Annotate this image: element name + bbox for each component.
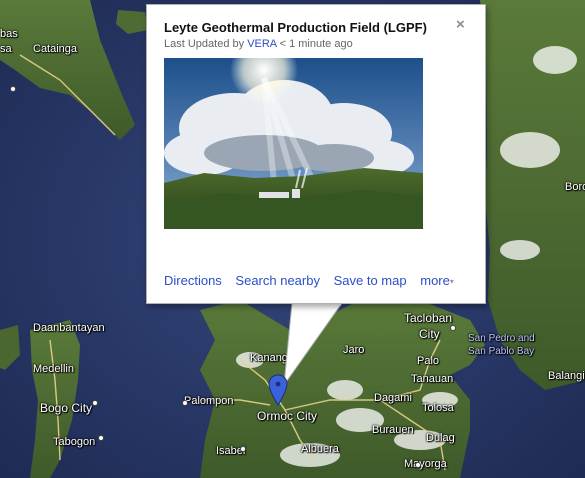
chevron-down-icon: ▾ [449,277,454,287]
map-label-tacloban: Tacloban [404,311,453,325]
map-label-boro: Boro [565,181,585,193]
map-label-mayorga: Mayorga [404,458,447,470]
updated-suffix: < 1 minute ago [279,38,353,50]
map-pin-icon[interactable] [268,374,288,406]
infowindow: Leyte Geothermal Production Field (LGPF)… [146,4,486,304]
close-icon[interactable]: × [456,17,465,33]
map-label-balangiga: Balangig [548,370,585,382]
town-dot [240,446,246,452]
map-canvas[interactable]: bas Catainga sa Daanbantayan Medellin Bo… [0,0,585,478]
town-dot [415,462,421,468]
map-label-tanauan: Tanauan [411,373,454,385]
map-label-kananga: Kananga [250,352,295,364]
map-label-san-pedro: San Pedro and [468,333,535,344]
map-label-jaro: Jaro [343,344,365,356]
town-dot [10,86,16,92]
map-label-sa: sa [0,43,12,55]
map-label-ormoc-city: Ormoc City [257,409,317,423]
place-photo[interactable] [164,58,423,229]
map-label-palo: Palo [417,355,440,367]
infowindow-title: Leyte Geothermal Production Field (LGPF) [164,20,427,35]
map-label-catainga: Catainga [33,43,78,55]
town-dot [182,400,188,406]
search-nearby-link[interactable]: Search nearby [235,273,320,288]
map-label-dulag: Dulag [426,432,455,444]
infowindow-updated: Last Updated by VERA < 1 minute ago [164,38,353,50]
directions-link[interactable]: Directions [164,273,222,288]
infowindow-links: Directions Search nearby Save to map mor… [164,273,464,288]
updated-prefix: Last Updated by [164,38,245,50]
town-dot [98,435,104,441]
more-label: more [420,273,450,288]
map-label-medellin: Medellin [33,363,74,375]
save-to-map-link[interactable]: Save to map [334,273,407,288]
map-label-tabogon: Tabogon [53,436,96,448]
map-label-daanbantayan: Daanbantayan [33,322,105,334]
more-link[interactable]: more▾ [420,273,454,288]
map-label-albuera: Albuera [301,443,339,455]
updated-user-link[interactable]: VERA [247,38,276,50]
map-label-bogo-city: Bogo City [40,401,93,415]
town-dot [450,325,456,331]
map-label-bas: bas [0,28,18,40]
map-label-dagami: Dagami [374,392,412,404]
map-label-tolosa: Tolosa [422,402,454,414]
map-label-tacloban-city: City [419,327,440,341]
map-label-palompon: Palompon [184,395,234,407]
map-label-san-pablo-bay: San Pablo Bay [468,346,535,357]
map-label-burauen: Burauen [372,424,414,436]
town-dot [92,400,98,406]
